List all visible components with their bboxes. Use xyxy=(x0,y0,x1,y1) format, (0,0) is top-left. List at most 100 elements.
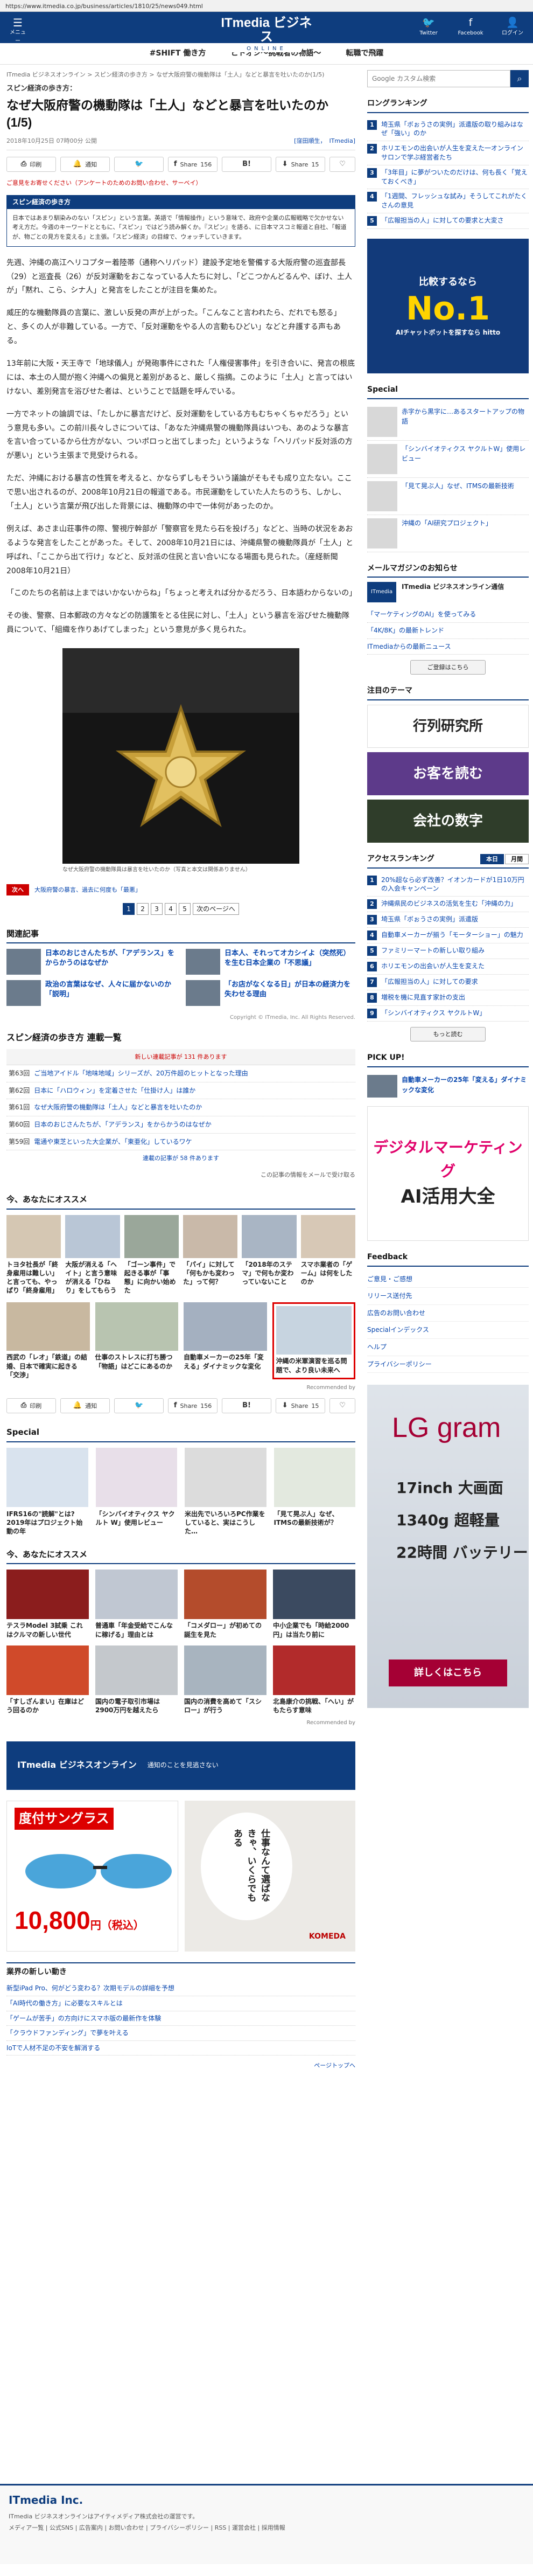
tweet-button[interactable]: 🐦 xyxy=(114,157,164,172)
news-item[interactable]: 新型iPad Pro、何がどう変わる？次期モデルの詳細を予想 xyxy=(6,1981,355,1996)
mailmag-item[interactable]: 「4K/8K」の最新トレンド xyxy=(367,623,529,639)
news-item[interactable]: 「ゲームが苦手」の方向けにスマホ版の最新作を体験 xyxy=(6,2011,355,2026)
recommend-item[interactable]: 仕事のストレスに打ち勝つ「物語」はどこにあるのか xyxy=(95,1302,178,1379)
pocket-button[interactable]: ⬇ Share 15 xyxy=(276,1398,326,1414)
tab-today[interactable]: 本日 xyxy=(480,853,504,864)
bookmark-button[interactable]: ♡ xyxy=(329,157,356,172)
side-special-item[interactable]: 赤字から黒字に…あるスタートアップの物語 xyxy=(367,404,529,441)
catnav-item-shift[interactable]: #SHIFT 働き方 xyxy=(150,48,206,60)
recommend-item[interactable]: 西武の「レオ」「鉄道」の結婚、日本で確実に起きる「交渉」 xyxy=(6,1302,90,1379)
page-top-link[interactable]: ページトップへ xyxy=(6,2061,355,2070)
print-button[interactable]: ⎙ 印刷 xyxy=(6,157,57,172)
marketing-ad[interactable]: デジタルマーケティング AI活用大全 xyxy=(367,1106,529,1241)
ranking-item[interactable]: 5 「広報担当の人」に対しての要求と大変さ xyxy=(367,213,529,230)
access-item[interactable]: 7 「広報担当の人」に対しての要求 xyxy=(367,975,529,991)
news-item[interactable]: 「AI時代の働き方」に必要なスキルとは xyxy=(6,1996,355,2011)
next-article-link[interactable]: 大阪府警の暴言、過去に何度も「最悪」 xyxy=(34,885,141,894)
series-list-item[interactable]: 第61回 なぜ大阪府警の機動隊は「土人」などと暴言を吐いたのか xyxy=(6,1099,355,1117)
notify-button[interactable]: 🔔 通知 xyxy=(60,1398,110,1414)
survey-link[interactable]: ご意見をお寄せください（アンケートのためのお問い合わせ、サーベイ） xyxy=(6,178,355,188)
more-button[interactable]: もっと読む xyxy=(410,1027,486,1042)
recommend2-item[interactable]: 「コメダロー」が初めての誕生を見た xyxy=(184,1570,266,1638)
next-page-button[interactable]: 次のページへ xyxy=(193,902,239,915)
access-item[interactable]: 2 沖縄県民のビジネスの活気を生む「沖縄の力」 xyxy=(367,897,529,913)
access-item[interactable]: 5 ファミリーマートの新しい取り組み xyxy=(367,943,529,960)
feedback-link[interactable]: 広告のお問い合わせ xyxy=(367,1305,529,1322)
recommend-item[interactable]: 「パイ」に対して「何もかも変わった」って何？ xyxy=(183,1214,238,1295)
access-item[interactable]: 3 埼玉県「ボぉうさの実例」派遣版 xyxy=(367,912,529,928)
feedback-link[interactable]: リリース送付先 xyxy=(367,1288,529,1305)
series-label[interactable]: スピン経済の歩き方： xyxy=(6,84,355,94)
page-5[interactable]: 5 xyxy=(179,902,191,915)
ranking-item[interactable]: 4 「1週間、フレッシュな試み」そうしてこれがたくさんの意見 xyxy=(367,189,529,214)
ranking-item[interactable]: 1 埼玉県「ボぉうさの実例」派遣版の取り組みはなぜ「強い」のか xyxy=(367,117,529,142)
site-logo[interactable]: ITmedia ビジネス ONLINE xyxy=(215,16,318,52)
search-input[interactable] xyxy=(367,70,510,87)
hitto-ad[interactable]: 比較するなら No.1 AIチャットボットを探すなら hitto xyxy=(367,239,529,374)
access-item[interactable]: 1 20%超なら必ず改善？イオンカードが1日10万円の入会キャンペーン xyxy=(367,873,529,897)
access-item[interactable]: 8 増税を機に見直す家計の支出 xyxy=(367,990,529,1006)
facebook-share-button[interactable]: f Share 156 xyxy=(168,1398,218,1414)
recommend2-item[interactable]: 普通車「年金受給でこんなに稼げる」理由とは xyxy=(95,1570,178,1638)
hatena-button[interactable]: B! xyxy=(222,157,272,172)
footer-links[interactable]: メディア一覧 | 公式SNS | 広告案内 | お問い合わせ | プライバシーポ… xyxy=(9,2523,524,2532)
mailmag-register-button[interactable]: ご登録はこちら xyxy=(410,660,486,675)
news-item[interactable]: IoTで人材不足の不安を解消する xyxy=(6,2041,355,2056)
recommend2-item[interactable]: 中小企業でも「時給2000円」は当たり前に xyxy=(273,1570,355,1638)
related-item[interactable]: 政治の言葉はなぜ、人々に届かないのか「説明」 xyxy=(6,980,176,1006)
facebook-button[interactable]: f Facebook xyxy=(458,16,483,38)
browser-url-bar[interactable]: https://www.itmedia.co.jp/business/artic… xyxy=(0,0,533,12)
author-link[interactable]: [窪田順生， xyxy=(294,137,326,144)
recommend-item[interactable]: 大阪が消える「ヘイト」と言う意味が消える「ひねり」をしてもらう xyxy=(65,1214,120,1295)
special-item[interactable]: 「シンバイオティクス ヤクルト W」使用レビュー xyxy=(95,1447,177,1536)
hatena-button[interactable]: B! xyxy=(222,1398,272,1414)
search-button[interactable]: ⌕ xyxy=(510,70,529,87)
lg-cta-button[interactable]: 詳しくはこちら xyxy=(389,1660,507,1687)
menu-button[interactable]: ☰ メニュー xyxy=(9,17,27,45)
catnav-item-tenshoku[interactable]: 転職で飛躍 xyxy=(346,48,383,60)
side-special-item[interactable]: 「見て晃ぶ人」なぜ、ITMSの最新技術 xyxy=(367,478,529,515)
feedback-link[interactable]: プライバシーポリシー xyxy=(367,1356,529,1373)
side-special-item[interactable]: 沖縄の「AI研究プロジェクト」 xyxy=(367,515,529,552)
recommend-item[interactable]: 「2018年のステマ」で何もか変わっていないこと xyxy=(242,1214,297,1295)
recommend-item[interactable]: 「ゴーン事件」で起きる事が「事態」に向かい始めた xyxy=(124,1214,179,1295)
itmedia-banner[interactable]: ITmedia ビジネスオンライン 通知のことを見逃さない xyxy=(6,1741,355,1790)
related-item[interactable]: 日本人、それってオカシイよ（突然死）を生む日本企業の「不思議」 xyxy=(186,948,355,975)
series-list-item[interactable]: 第59回 電通や東芝といった大企業が、「東亜化」しているワケ xyxy=(6,1134,355,1151)
recommend-item[interactable]: トヨタ社長が「終身雇用は難しい」と言っても、やっぱり「終身雇用」 xyxy=(6,1214,61,1295)
access-item[interactable]: 4 自動車メーカーが揃う「モーターショー」の魅力 xyxy=(367,928,529,944)
special-item[interactable]: 「見て晃ぶ人」なぜ、ITMSの最新技術が？ xyxy=(273,1447,355,1536)
page-3[interactable]: 3 xyxy=(151,902,163,915)
topic-banner[interactable]: 会社の数字 xyxy=(367,799,529,843)
series-list-item[interactable]: 第63回 ご当地アイドル「地味地域」シリーズが、20万件超のヒットとなった理由 xyxy=(6,1065,355,1082)
feedback-link[interactable]: ヘルプ xyxy=(367,1339,529,1356)
side-special-item[interactable]: 「シンバイオティクス ヤクルトW」使用レビュー xyxy=(367,441,529,478)
access-item[interactable]: 9 「シンバイオティクス ヤクルトW」 xyxy=(367,1006,529,1022)
ranking-item[interactable]: 3 「3年目」に夢がついたのだけは、何も長く「覚えておくべき」 xyxy=(367,165,529,190)
lg-gram-ad[interactable]: LG gram 17inch 大画面 1340g 超軽量 22時間 バッテリー … xyxy=(367,1385,529,1709)
recommend2-item[interactable]: 国内の消費を高めて「スシロー」が行う xyxy=(184,1645,266,1714)
mailmag-item[interactable]: ITmediaからの最新ニュース xyxy=(367,639,529,655)
publisher-link[interactable]: ITmedia] xyxy=(329,137,355,144)
recommend2-item[interactable]: 北島康介の挑戦、「へい」がもたらす意味 xyxy=(273,1645,355,1714)
news-item[interactable]: 「クラウドファンディング」で夢を叶える xyxy=(6,2026,355,2041)
recommend2-item[interactable]: テスラModel 3試乗 これはクルマの新しい世代 xyxy=(6,1570,89,1638)
tab-month[interactable]: 月間 xyxy=(505,853,529,864)
recommend-item[interactable]: スマホ業者の「ゲーム」は何をしたのか xyxy=(300,1214,355,1295)
page-4[interactable]: 4 xyxy=(165,902,177,915)
facebook-share-button[interactable]: f Share 156 xyxy=(168,157,218,172)
tweet-button[interactable]: 🐦 xyxy=(114,1398,164,1414)
special-item[interactable]: 米出先でいろいろPC作業をしていると、実はこうした… xyxy=(185,1447,266,1536)
series-list-item[interactable]: 第60回 日本のおじさんたちが、「アデランス」をからかうのはなぜか xyxy=(6,1116,355,1134)
recommend2-item[interactable]: 国内の電子取引市場は2900万円を越えたら xyxy=(95,1645,178,1714)
recommend-item-highlighted[interactable]: 沖縄の米軍演習を巡る問題で、より良い未来へ xyxy=(272,1302,355,1379)
series-list-head[interactable]: 新しい連載記事が 131 件あります xyxy=(6,1049,355,1065)
series-list-item[interactable]: 第62回 日本に「ハロウィン」を定着させた「仕掛け人」は誰か xyxy=(6,1082,355,1100)
feedback-link[interactable]: ご意見・ご感想 xyxy=(367,1271,529,1288)
bookmark-button[interactable]: ♡ xyxy=(329,1398,356,1414)
mailmag-item[interactable]: 「マーケティングのAI」を使ってみる xyxy=(367,607,529,623)
footer-logo[interactable]: ITmedia Inc. xyxy=(9,2492,524,2509)
sunglasses-ad[interactable]: 度付サングラス 10,800円（税込） xyxy=(6,1800,178,1952)
mail-subscribe-link[interactable]: この記事の情報をメールで受け取る xyxy=(6,1170,355,1179)
pocket-button[interactable]: ⬇ Share 15 xyxy=(276,157,326,172)
